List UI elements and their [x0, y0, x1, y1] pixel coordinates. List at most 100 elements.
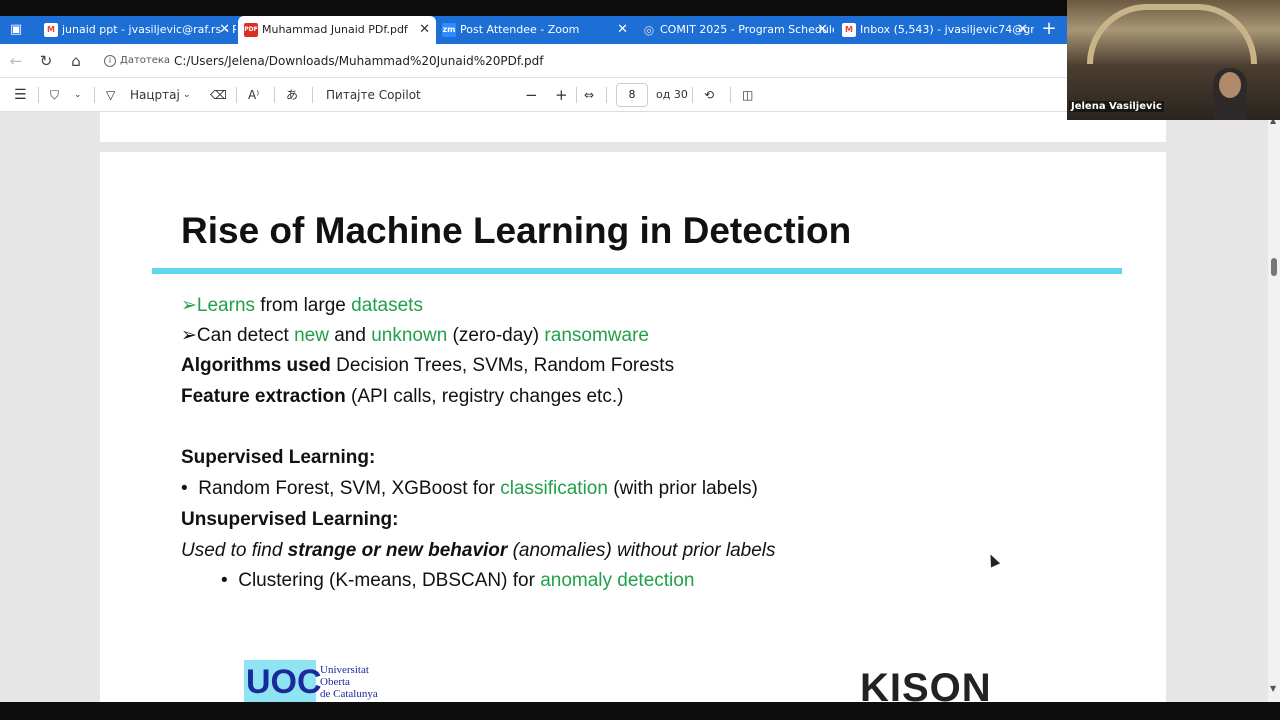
back-arrow-icon[interactable]: ← [6, 51, 26, 71]
close-icon[interactable]: ✕ [419, 16, 430, 44]
separator [730, 87, 731, 103]
ask-copilot-button[interactable]: Питајте Copilot [326, 86, 421, 104]
read-aloud-icon[interactable]: A⁾ [248, 86, 259, 104]
slide-title: Rise of Machine Learning in Detection [181, 210, 852, 251]
supervised-item: • Random Forest, SVM, XGBoost for classi… [181, 478, 758, 500]
eraser-icon[interactable]: ⌫ [210, 86, 227, 104]
unsupervised-desc: Used to find strange or new behavior (an… [181, 540, 776, 562]
close-icon[interactable]: ✕ [1017, 16, 1028, 44]
separator [692, 87, 693, 103]
text: (zero-day) [447, 325, 545, 346]
contents-list-icon[interactable]: ☰ [14, 86, 27, 104]
vertical-scrollbar[interactable]: ▲ ▼ [1268, 112, 1280, 702]
tab-comit[interactable]: ◎ COMIT 2025 - Program Schedule ✕ [636, 16, 834, 44]
bullet-dot: • [181, 478, 188, 499]
page-total: од 30 [656, 88, 688, 101]
text: Random Forest, SVM, XGBoost for [198, 478, 501, 499]
bold-text: strange or new behavior [287, 540, 508, 561]
highlight-word: Learns [196, 295, 256, 316]
site-info-button[interactable]: i Датотека [104, 52, 170, 70]
separator [236, 87, 237, 103]
bullet-dot: • [221, 570, 228, 591]
tab-label: Post Attendee - Zoom [460, 23, 580, 36]
uoc-logo-text: Universitat Oberta de Catalunya [320, 664, 378, 700]
pdf-icon: PDF [244, 23, 258, 37]
text: Clustering (K-means, DBSCAN) for [238, 570, 541, 591]
highlight-word: ransomware [544, 325, 649, 346]
uoc-logo-mark: UOC [244, 660, 322, 702]
draw-icon[interactable]: ▽ [106, 86, 115, 104]
translate-icon[interactable]: あ [286, 86, 298, 104]
algorithms-line: Algorithms used Decision Trees, SVMs, Ra… [181, 355, 674, 377]
globe-icon: ◎ [643, 23, 655, 37]
fit-width-icon[interactable]: ⇔ [584, 86, 594, 104]
tab-junaid-ppt[interactable]: M junaid ppt - jvasiljevic@raf.rs - Ra ✕ [38, 16, 236, 44]
separator [312, 87, 313, 103]
text: (anomalies) without prior labels [507, 540, 776, 561]
tab-label: junaid ppt - jvasiljevic@raf.rs - Ra [62, 23, 236, 36]
zoom-icon: zm [442, 23, 456, 37]
info-icon: i [104, 55, 116, 67]
previous-page [100, 112, 1166, 142]
page-view-icon[interactable]: ◫ [742, 86, 753, 104]
tab-label: Inbox (5,543) - jvasiljevic74@gma [860, 23, 1034, 36]
text: from large [255, 295, 352, 316]
draw-button[interactable]: Нацртај [130, 86, 180, 104]
highlight-icon[interactable]: ⛉ [50, 86, 59, 104]
close-icon[interactable]: ✕ [219, 16, 230, 44]
pdf-page: Rise of Machine Learning in Detection ➢L… [100, 152, 1166, 702]
text: Used to find [181, 540, 288, 561]
participant-face [1219, 72, 1241, 98]
gmail-icon: M [842, 23, 856, 37]
home-icon[interactable]: ⌂ [66, 51, 86, 71]
bold-text: Algorithms used [181, 355, 331, 376]
chevron-down-icon[interactable]: ⌄ [183, 86, 191, 104]
text: Can detect [196, 325, 295, 346]
scrollbar-thumb[interactable] [1271, 258, 1277, 276]
participant-video[interactable]: Jelena Vasiljevic [1067, 0, 1280, 120]
logo-line: Universitat [320, 664, 369, 676]
logo-line: Oberta [320, 676, 350, 688]
separator [576, 87, 577, 103]
window-menu-icon[interactable]: ▣ [6, 21, 26, 39]
tab-label: COMIT 2025 - Program Schedule [660, 23, 834, 36]
zoom-out-icon[interactable]: − [525, 86, 538, 104]
bullet-learns: ➢Learns from large datasets [181, 294, 423, 317]
tab-zoom[interactable]: zm Post Attendee - Zoom ✕ [436, 16, 634, 44]
new-tab-button[interactable]: + [1038, 16, 1060, 44]
bold-text: Feature extraction [181, 386, 346, 407]
close-icon[interactable]: ✕ [617, 16, 628, 44]
url-field[interactable]: i Датотека C:/Users/Jelena/Downloads/Muh… [98, 49, 1068, 73]
rotate-icon[interactable]: ⟲ [704, 86, 714, 104]
bullet-arrow: ➢ [181, 295, 197, 316]
scroll-down-icon[interactable]: ▼ [1270, 684, 1276, 693]
text: and [328, 325, 372, 346]
unsupervised-heading: Unsupervised Learning: [181, 509, 399, 530]
unsupervised-item: • Clustering (K-means, DBSCAN) for anoma… [221, 570, 694, 592]
highlight-word: new [294, 325, 329, 346]
feature-line: Feature extraction (API calls, registry … [181, 386, 623, 408]
text: (with prior labels) [607, 478, 758, 499]
highlight-word: datasets [351, 295, 423, 316]
highlight-word: anomaly detection [540, 570, 695, 591]
tab-inbox[interactable]: M Inbox (5,543) - jvasiljevic74@gma ✕ [836, 16, 1034, 44]
url-text: C:/Users/Jelena/Downloads/Muhammad%20Jun… [174, 54, 544, 68]
separator [94, 87, 95, 103]
separator [274, 87, 275, 103]
bullet-arrow: ➢ [181, 325, 197, 346]
pdf-viewer[interactable]: Rise of Machine Learning in Detection ➢L… [0, 112, 1268, 702]
page-number-input[interactable]: 8 [616, 83, 648, 107]
zoom-in-icon[interactable]: + [555, 86, 568, 104]
supervised-heading: Supervised Learning: [181, 447, 376, 468]
chevron-down-icon[interactable]: ⌄ [74, 86, 82, 104]
close-icon[interactable]: ✕ [817, 16, 828, 44]
bullet-detect: ➢Can detect new and unknown (zero-day) r… [181, 324, 649, 347]
tab-pdf[interactable]: PDF Muhammad Junaid PDf.pdf ✕ [238, 16, 436, 44]
bottom-strip [0, 702, 1280, 720]
text: Decision Trees, SVMs, Random Forests [330, 355, 675, 376]
uoc-logo: UOC Universitat Oberta de Catalunya [244, 660, 390, 702]
title-underline [152, 268, 1122, 274]
tab-label: Muhammad Junaid PDf.pdf [262, 23, 408, 36]
reload-icon[interactable]: ↻ [36, 51, 56, 71]
site-info-label: Датотека [120, 55, 171, 66]
